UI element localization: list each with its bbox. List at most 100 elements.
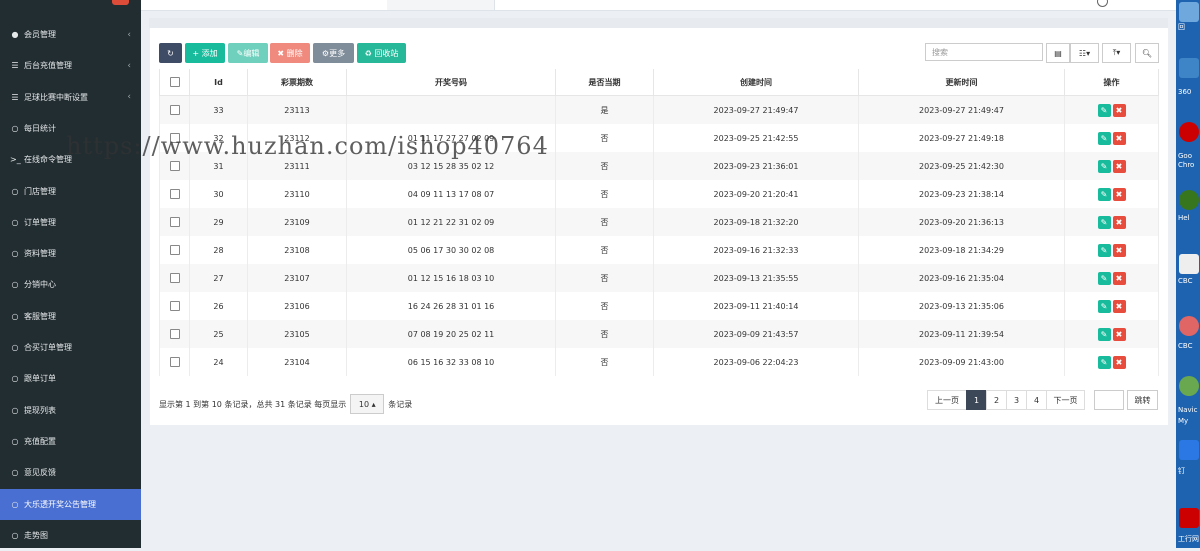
row-checkbox[interactable] [169, 217, 180, 227]
row-edit-button[interactable]: ✎ [1097, 215, 1111, 229]
page-3-button[interactable]: 3 [1006, 390, 1027, 410]
add-button[interactable]: + 添加 [185, 43, 225, 63]
page-4-button[interactable]: 4 [1026, 390, 1047, 410]
page-2-button[interactable]: 2 [986, 390, 1007, 410]
row-delete-button[interactable]: ✖ [1112, 355, 1126, 369]
sidebar-item-label: 会员管理 [24, 30, 56, 39]
advanced-search-button[interactable]: 🔍︎ [1135, 43, 1159, 63]
top-navbar [141, 0, 1176, 11]
row-edit-button[interactable]: ✎ [1097, 187, 1111, 201]
search-icon: 🔍︎ [1141, 48, 1153, 58]
sidebar-item[interactable]: ○ 订单管理 [0, 207, 141, 238]
row-delete-button[interactable]: ✖ [1112, 243, 1126, 257]
row-checkbox[interactable] [169, 301, 180, 311]
refresh-button[interactable]: ↻ [159, 43, 182, 63]
desktop-app-icon[interactable] [1179, 254, 1199, 274]
toggle-view-button[interactable]: ▤ [1046, 43, 1070, 63]
edit-button[interactable]: ✎ 编辑 [228, 43, 268, 63]
sidebar-item[interactable]: ☰ 足球比赛中断设置 ‹ [0, 82, 141, 113]
column-header[interactable]: Id [189, 69, 248, 96]
row-edit-button[interactable]: ✎ [1097, 355, 1111, 369]
column-header[interactable]: 彩票期数 [247, 69, 347, 96]
table-row[interactable]: 25 23105 07 08 19 20 25 02 11 否 2023-09-09 2… [159, 320, 1159, 348]
page-1-button[interactable]: 1 [966, 390, 987, 410]
list-icon: ☰ [11, 61, 19, 71]
table-cell-created: 2023-09-06 22:04:23 [653, 348, 859, 376]
row-edit-button[interactable]: ✎ [1097, 131, 1111, 145]
nav-tab[interactable] [387, 0, 494, 10]
desktop-app-icon[interactable] [1179, 440, 1199, 460]
table-cell-id: 24 [189, 348, 248, 376]
table-row[interactable]: 30 23110 04 09 11 13 17 08 07 否 2023-09-20 2… [159, 180, 1159, 208]
sidebar-item[interactable]: ○ 客服管理 [0, 301, 141, 332]
row-delete-button[interactable]: ✖ [1112, 131, 1126, 145]
search-input[interactable] [925, 43, 1043, 61]
desktop-app-icon[interactable] [1179, 376, 1199, 396]
table-row[interactable]: 33 23113 是 2023-09-27 21:49:47 2023-09-27 21… [159, 95, 1159, 124]
row-edit-button[interactable]: ✎ [1097, 271, 1111, 285]
columns-dropdown-button[interactable]: ☷▾ [1070, 43, 1099, 63]
user-avatar-icon[interactable] [1097, 0, 1108, 7]
row-checkbox[interactable] [169, 357, 180, 367]
row-select-cell [159, 236, 190, 264]
sidebar-item[interactable]: ○ 资料管理 [0, 238, 141, 269]
table-row[interactable]: 27 23107 01 12 15 16 18 03 10 否 2023-09-13 2… [159, 264, 1159, 292]
table-row[interactable]: 29 23109 01 12 21 22 31 02 09 否 2023-09-18 2… [159, 208, 1159, 236]
row-edit-button[interactable]: ✎ [1097, 327, 1111, 341]
next-page-button[interactable]: 下一页 [1046, 390, 1085, 410]
row-checkbox[interactable] [169, 245, 180, 255]
table-row[interactable]: 26 23106 16 24 26 28 31 01 16 否 2023-09-11 2… [159, 292, 1159, 320]
row-delete-button[interactable]: ✖ [1112, 159, 1126, 173]
desktop-app-icon[interactable] [1179, 508, 1199, 528]
sidebar-item[interactable]: ● 会员管理 ‹ [0, 19, 141, 50]
recycle-bin-button[interactable]: ♻ 回收站 [357, 43, 406, 63]
row-checkbox[interactable] [169, 273, 180, 283]
desktop-app-icon[interactable] [1179, 190, 1199, 210]
row-checkbox[interactable] [169, 105, 180, 115]
row-delete-button[interactable]: ✖ [1112, 299, 1126, 313]
jump-button[interactable]: 跳转 [1127, 390, 1158, 410]
row-delete-button[interactable]: ✖ [1112, 327, 1126, 341]
row-checkbox[interactable] [169, 161, 180, 171]
table-cell-updated: 2023-09-27 21:49:18 [858, 124, 1065, 152]
delete-button[interactable]: ✖ 删除 [270, 43, 310, 63]
sidebar-item[interactable]: ○ 走势图 [0, 520, 141, 551]
row-checkbox[interactable] [169, 329, 180, 339]
column-header[interactable]: 是否当期 [555, 69, 654, 96]
desktop-app-icon[interactable] [1179, 316, 1199, 336]
chrome-icon[interactable] [1179, 122, 1199, 142]
desktop-app-icon[interactable] [1179, 58, 1199, 78]
sidebar-item[interactable]: ○ 门店管理 [0, 176, 141, 207]
row-delete-button[interactable]: ✖ [1112, 187, 1126, 201]
row-select-cell [159, 208, 190, 236]
sidebar-item[interactable]: ○ 合买订单管理 [0, 332, 141, 363]
row-delete-button[interactable]: ✖ [1112, 271, 1126, 285]
sidebar-item[interactable]: ☰ 后台充值管理 ‹ [0, 50, 141, 81]
sidebar-item[interactable]: ○ 充值配置 [0, 426, 141, 457]
row-delete-button[interactable]: ✖ [1112, 103, 1126, 117]
row-edit-button[interactable]: ✎ [1097, 299, 1111, 313]
row-delete-button[interactable]: ✖ [1112, 215, 1126, 229]
table-row[interactable]: 28 23108 05 06 17 30 30 02 08 否 2023-09-16 2… [159, 236, 1159, 264]
sidebar-item[interactable]: ○ 大乐透开奖公告管理 [0, 488, 141, 520]
sidebar-item[interactable]: ○ 意见反馈 [0, 457, 141, 488]
sidebar-item[interactable]: ○ 提现列表 [0, 395, 141, 426]
column-header[interactable]: 更新时间 [858, 69, 1065, 96]
column-header[interactable]: 创建时间 [653, 69, 859, 96]
page-jump-input[interactable] [1094, 390, 1124, 410]
column-header[interactable]: 开奖号码 [346, 69, 556, 96]
row-edit-button[interactable]: ✎ [1097, 159, 1111, 173]
export-dropdown-button[interactable]: ⤒▾ [1102, 43, 1131, 63]
row-edit-button[interactable]: ✎ [1097, 103, 1111, 117]
table-cell-id: 27 [189, 264, 248, 292]
desktop-app-icon[interactable] [1179, 2, 1199, 22]
row-edit-button[interactable]: ✎ [1097, 243, 1111, 257]
select-all-checkbox[interactable] [169, 77, 180, 87]
page-size-dropdown[interactable]: 10 ▴ [350, 394, 385, 414]
row-checkbox[interactable] [169, 189, 180, 199]
sidebar-item[interactable]: ○ 分销中心 [0, 269, 141, 300]
more-button[interactable]: ⚙ 更多 [313, 43, 354, 63]
prev-page-button[interactable]: 上一页 [927, 390, 967, 410]
sidebar-item[interactable]: ○ 跟单订单 [0, 363, 141, 394]
table-row[interactable]: 24 23104 06 15 16 32 33 08 10 否 2023-09-06 2… [159, 348, 1159, 376]
